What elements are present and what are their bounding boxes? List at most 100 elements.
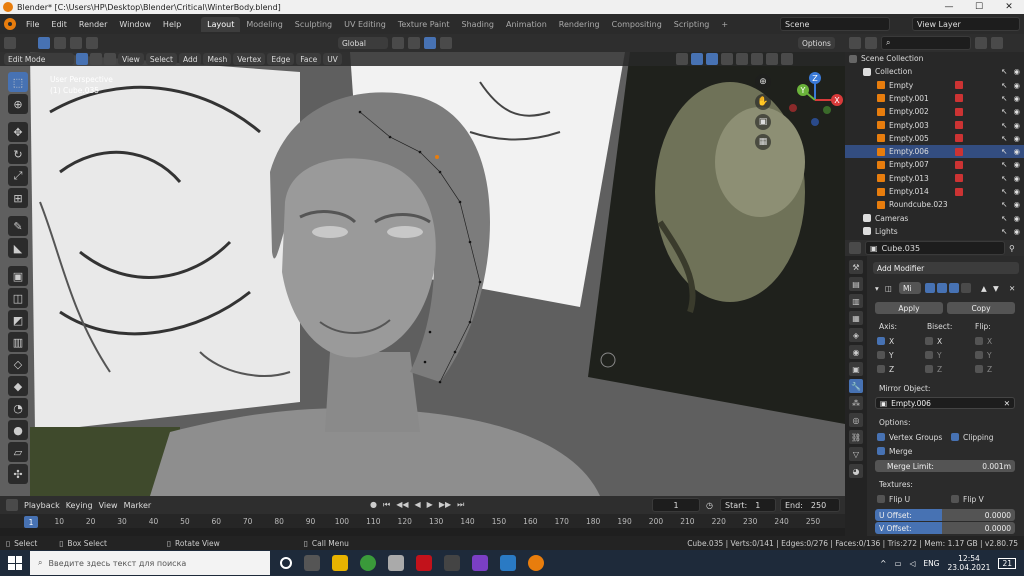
selectable-icon[interactable]: ↖ <box>1001 67 1007 76</box>
selectable-icon[interactable]: ↖ <box>1001 214 1007 223</box>
select-box-tool-icon[interactable]: ⬚ <box>8 72 28 92</box>
shading-wire-icon[interactable] <box>736 53 748 65</box>
timeline-menu-view[interactable]: View <box>99 501 118 510</box>
new-collection-icon[interactable] <box>991 37 1003 49</box>
edge-select-icon[interactable] <box>90 53 102 65</box>
blender-logo-icon[interactable] <box>4 18 16 30</box>
current-frame-marker[interactable]: 1 <box>24 516 38 528</box>
task-view-icon[interactable] <box>304 555 320 571</box>
menu-vertex[interactable]: Vertex <box>233 53 266 65</box>
pivot-icon[interactable] <box>392 37 404 49</box>
apply-button[interactable]: Apply <box>875 302 943 314</box>
settings-gear-icon[interactable] <box>388 555 404 571</box>
vertex-groups-checkbox[interactable] <box>877 433 885 441</box>
modifier-name-field[interactable]: Mi <box>899 282 921 294</box>
start-frame-field[interactable]: Start: 1 <box>720 498 776 512</box>
timeline-track-area[interactable] <box>0 528 845 536</box>
collapse-arrow-icon[interactable]: ▾ <box>875 284 879 293</box>
photos-icon[interactable] <box>500 555 516 571</box>
outliner-display-mode-icon[interactable] <box>865 37 877 49</box>
perspective-toggle-icon[interactable]: ▦ <box>755 134 771 150</box>
clipping-checkbox[interactable] <box>951 433 959 441</box>
mode-dropdown[interactable]: Edit Mode <box>4 53 74 65</box>
tool-tab-icon[interactable]: ⚒ <box>849 260 863 274</box>
add-workspace-button[interactable]: + <box>715 17 734 32</box>
menu-view[interactable]: View <box>118 53 144 65</box>
selectable-icon[interactable]: ↖ <box>1001 160 1007 169</box>
measure-tool-icon[interactable]: ◣ <box>8 238 28 258</box>
outliner-item[interactable]: Collection ↖ ◉ <box>845 65 1024 78</box>
outliner-item[interactable]: Empty ↖ ◉ <box>845 79 1024 92</box>
flip-y-checkbox[interactable] <box>975 351 983 359</box>
u-offset-field[interactable]: U Offset: 0.0000 <box>875 509 1015 521</box>
axis-z-checkbox[interactable] <box>877 365 885 373</box>
axis-y-checkbox[interactable] <box>877 351 885 359</box>
modifier-editmode-icon[interactable] <box>925 283 935 293</box>
blender-taskbar-icon[interactable] <box>528 555 544 571</box>
keyboard-language[interactable]: ENG <box>923 559 939 568</box>
move-down-icon[interactable]: ▼ <box>993 284 999 293</box>
visibility-eye-icon[interactable]: ◉ <box>1013 134 1020 143</box>
current-frame-field[interactable]: 1 <box>652 498 700 512</box>
step-forward-icon[interactable]: ▶▶ <box>439 500 451 510</box>
vertex-select-icon[interactable] <box>76 53 88 65</box>
menu-select[interactable]: Select <box>145 53 177 65</box>
material-tab-icon[interactable]: ◕ <box>849 464 863 478</box>
output-tab-icon[interactable]: ▥ <box>849 294 863 308</box>
end-frame-field[interactable]: End: 250 <box>780 498 840 512</box>
pan-hand-icon[interactable]: ✋ <box>755 94 771 110</box>
menu-render[interactable]: Render <box>73 20 113 29</box>
menu-mesh[interactable]: Mesh <box>203 53 232 65</box>
loop-cut-tool-icon[interactable]: ▥ <box>8 332 28 352</box>
editor-type-icon[interactable] <box>4 37 16 49</box>
outliner-item[interactable]: Empty.014 ↖ ◉ <box>845 185 1024 198</box>
v-offset-field[interactable]: V Offset: 0.0000 <box>875 522 1015 534</box>
outliner-item[interactable]: Cameras ↖ ◉ <box>845 212 1024 225</box>
rotate-tool-icon[interactable]: ↻ <box>8 144 28 164</box>
visibility-eye-icon[interactable]: ◉ <box>1013 187 1020 196</box>
menu-window[interactable]: Window <box>113 20 157 29</box>
file-explorer-icon[interactable] <box>332 555 348 571</box>
smooth-tool-icon[interactable]: ● <box>8 420 28 440</box>
visibility-icon[interactable] <box>676 53 688 65</box>
menu-file[interactable]: File <box>20 20 45 29</box>
shading-rendered-icon[interactable] <box>781 53 793 65</box>
record-icon[interactable]: ● <box>370 500 377 510</box>
inset-tool-icon[interactable]: ◫ <box>8 288 28 308</box>
visibility-eye-icon[interactable]: ◉ <box>1013 160 1020 169</box>
tab-uv-editing[interactable]: UV Editing <box>338 17 392 32</box>
visibility-eye-icon[interactable]: ◉ <box>1013 81 1020 90</box>
selectable-icon[interactable]: ↖ <box>1001 81 1007 90</box>
visibility-eye-icon[interactable]: ◉ <box>1013 107 1020 116</box>
select-invert-icon[interactable] <box>86 37 98 49</box>
visual-studio-icon[interactable] <box>472 555 488 571</box>
3d-viewport[interactable] <box>0 52 845 496</box>
shear-tool-icon[interactable]: ▱ <box>8 442 28 462</box>
tray-expand-icon[interactable]: ^ <box>880 559 886 568</box>
outliner-item[interactable]: Empty.005 ↖ ◉ <box>845 132 1024 145</box>
outliner-item[interactable]: Empty.006 ↖ ◉ <box>845 145 1024 159</box>
extrude-tool-icon[interactable]: ▣ <box>8 266 28 286</box>
modifier-render-icon[interactable] <box>949 283 959 293</box>
data-tab-icon[interactable]: ▽ <box>849 447 863 461</box>
move-up-icon[interactable]: ▲ <box>981 284 987 293</box>
collection-checkbox[interactable] <box>863 214 871 223</box>
network-icon[interactable]: ▭ <box>894 559 901 568</box>
modifier-tab-icon[interactable]: 🔧 <box>849 379 863 393</box>
timeline-menu-marker[interactable]: Marker <box>124 501 152 510</box>
step-back-icon[interactable]: ◀◀ <box>396 500 408 510</box>
flip-u-checkbox[interactable] <box>877 495 885 503</box>
poly-build-tool-icon[interactable]: ◆ <box>8 376 28 396</box>
stopwatch-icon[interactable]: ◷ <box>706 501 713 510</box>
tab-compositing[interactable]: Compositing <box>606 17 668 32</box>
scene-tab-icon[interactable]: ◈ <box>849 328 863 342</box>
camera-view-icon[interactable]: ▣ <box>755 114 771 130</box>
tab-rendering[interactable]: Rendering <box>553 17 606 32</box>
filter-icon[interactable] <box>975 37 987 49</box>
selectable-icon[interactable]: ↖ <box>1001 134 1007 143</box>
outliner-search-input[interactable]: ⌕ <box>881 36 971 50</box>
zoom-icon[interactable]: ⊕ <box>755 74 771 90</box>
jump-end-icon[interactable]: ⏭ <box>457 500 464 510</box>
select-extend-icon[interactable] <box>54 37 66 49</box>
windows-start-icon[interactable] <box>8 556 22 570</box>
